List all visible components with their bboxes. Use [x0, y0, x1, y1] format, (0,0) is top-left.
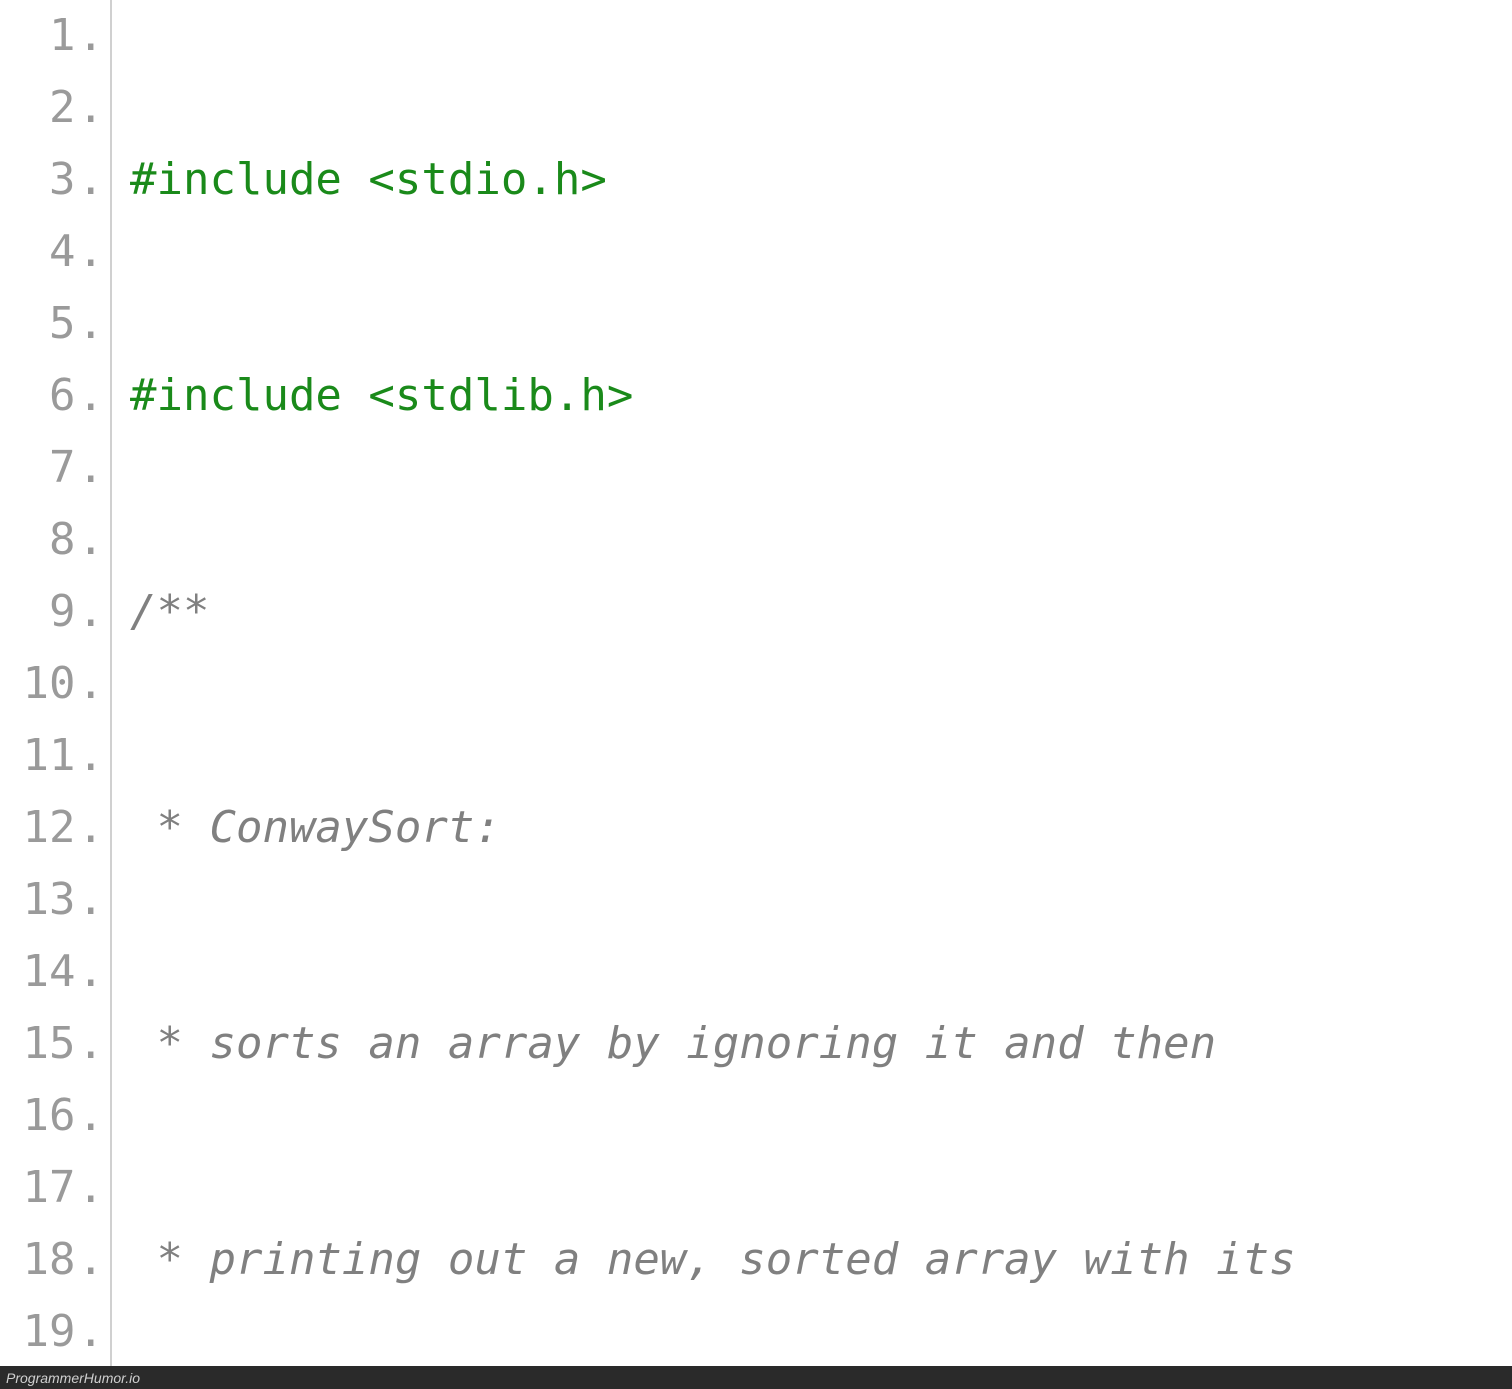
code-area: #include <stdio.h> #include <stdlib.h> /…	[112, 0, 1512, 1366]
block-comment: * printing out a new, sorted array with …	[130, 1224, 1296, 1296]
line-number: 4.	[0, 216, 104, 288]
code-line: #include <stdio.h>	[130, 144, 1512, 216]
code-line: #include <stdlib.h>	[130, 360, 1512, 432]
line-number: 9.	[0, 576, 104, 648]
code-line: * ConwaySort:	[130, 792, 1512, 864]
preprocessor-directive: #include <stdio.h>	[130, 144, 607, 216]
line-number: 6.	[0, 360, 104, 432]
line-number-gutter: 1. 2. 3. 4. 5. 6. 7. 8. 9. 10. 11. 12. 1…	[0, 0, 112, 1366]
line-number: 13.	[0, 864, 104, 936]
code-line: * sorts an array by ignoring it and then	[130, 1008, 1512, 1080]
line-number: 3.	[0, 144, 104, 216]
block-comment: * sorts an array by ignoring it and then	[130, 1008, 1216, 1080]
line-number: 12.	[0, 792, 104, 864]
line-number: 5.	[0, 288, 104, 360]
line-number: 11.	[0, 720, 104, 792]
line-number: 1.	[0, 0, 104, 72]
watermark-text: ProgrammerHumor.io	[6, 1370, 140, 1386]
line-number: 17.	[0, 1152, 104, 1224]
preprocessor-directive: #include <stdlib.h>	[130, 360, 633, 432]
block-comment: * ConwaySort:	[130, 792, 501, 864]
line-number: 8.	[0, 504, 104, 576]
line-number: 7.	[0, 432, 104, 504]
code-line: * printing out a new, sorted array with …	[130, 1224, 1512, 1296]
line-number: 19.	[0, 1296, 104, 1368]
line-number: 2.	[0, 72, 104, 144]
line-number: 14.	[0, 936, 104, 1008]
line-number: 18.	[0, 1224, 104, 1296]
line-number: 16.	[0, 1080, 104, 1152]
line-number: 15.	[0, 1008, 104, 1080]
block-comment: /**	[130, 576, 209, 648]
line-number: 10.	[0, 648, 104, 720]
code-line: /**	[130, 576, 1512, 648]
code-editor: 1. 2. 3. 4. 5. 6. 7. 8. 9. 10. 11. 12. 1…	[0, 0, 1512, 1366]
